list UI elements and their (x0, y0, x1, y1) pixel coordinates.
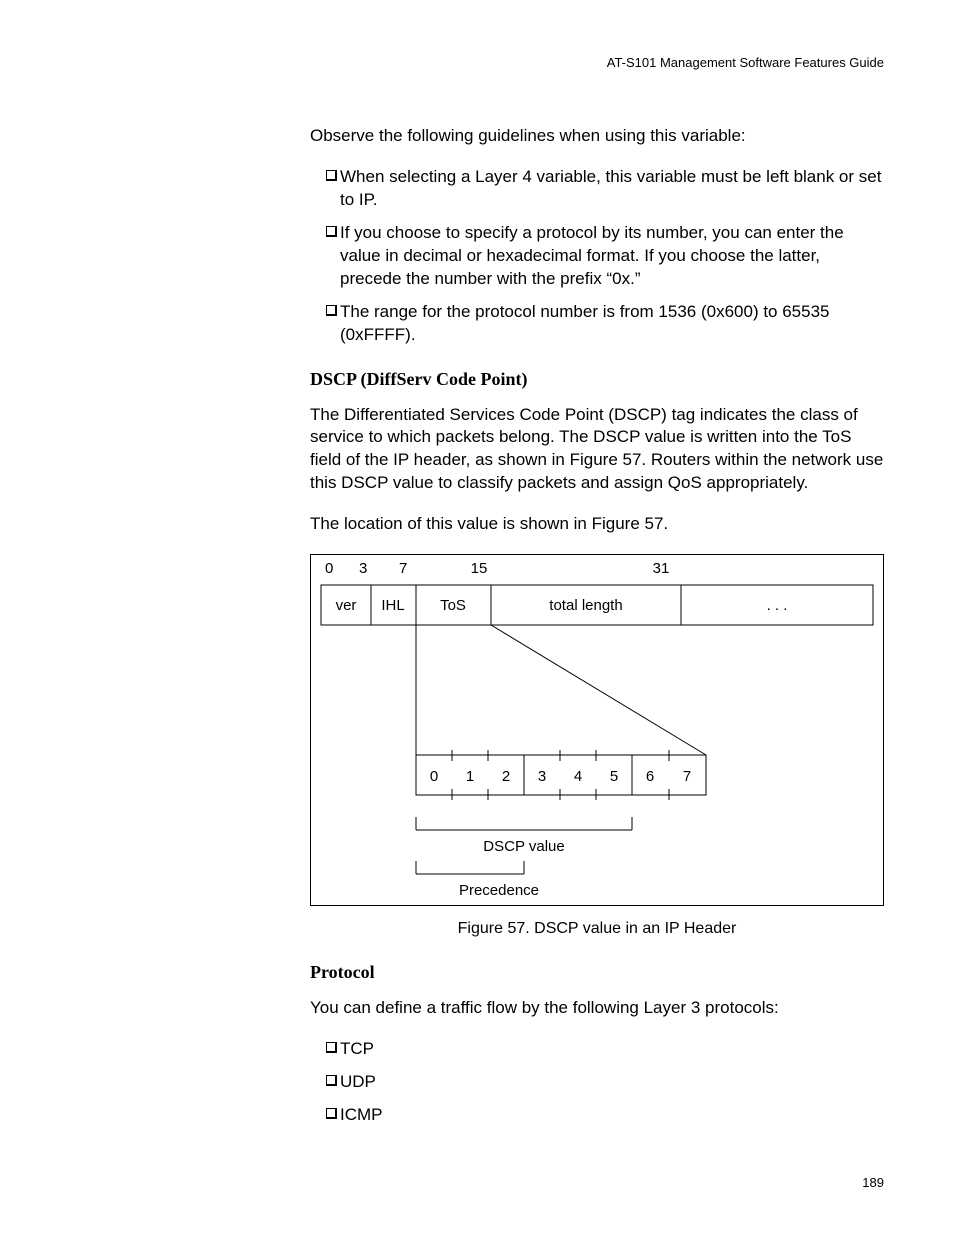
list-item: The range for the protocol number is fro… (310, 301, 884, 347)
top-label-31: 31 (653, 560, 670, 577)
bit-3: 3 (538, 768, 546, 785)
bit-4: 4 (574, 768, 582, 785)
list-item-text: If you choose to specify a protocol by i… (340, 223, 844, 288)
top-label-15: 15 (471, 560, 488, 577)
page-number: 189 (862, 1175, 884, 1190)
bit-1: 1 (466, 768, 474, 785)
field-ihl: IHL (381, 597, 404, 614)
field-dots: . . . (767, 597, 788, 614)
field-tos: ToS (440, 597, 466, 614)
top-label-3: 3 (359, 560, 367, 577)
bullet-icon (326, 170, 336, 180)
bullet-icon (326, 1108, 336, 1118)
list-item-text: UDP (340, 1072, 376, 1091)
dscp-value-label: DSCP value (483, 838, 564, 855)
top-label-7: 7 (399, 560, 407, 577)
protocol-heading: Protocol (310, 962, 884, 983)
protocol-intro: You can define a traffic flow by the fol… (310, 997, 884, 1020)
figure-ip-header: 0 3 7 15 31 ver IHL ToS total length . .… (310, 554, 884, 906)
list-item-text: When selecting a Layer 4 variable, this … (340, 167, 881, 209)
bullet-icon (326, 1075, 336, 1085)
dscp-para-2: The location of this value is shown in F… (310, 513, 884, 536)
bullet-icon (326, 1042, 336, 1052)
list-item: ICMP (310, 1104, 884, 1127)
field-total-length: total length (549, 597, 622, 614)
bullet-icon (326, 226, 336, 236)
precedence-label: Precedence (459, 882, 539, 899)
dscp-heading: DSCP (DiffServ Code Point) (310, 369, 884, 390)
guidelines-list: When selecting a Layer 4 variable, this … (310, 166, 884, 347)
field-ver: ver (336, 597, 357, 614)
top-label-0: 0 (325, 560, 333, 577)
list-item: UDP (310, 1071, 884, 1094)
figure-svg: 0 3 7 15 31 ver IHL ToS total length . .… (311, 555, 883, 905)
figure-caption: Figure 57. DSCP value in an IP Header (310, 920, 884, 938)
bullet-icon (326, 305, 336, 315)
page-header: AT-S101 Management Software Features Gui… (310, 55, 884, 70)
list-item-text: ICMP (340, 1105, 383, 1124)
bit-2: 2 (502, 768, 510, 785)
list-item-text: The range for the protocol number is fro… (340, 302, 830, 344)
intro-text: Observe the following guidelines when us… (310, 125, 884, 148)
list-item: When selecting a Layer 4 variable, this … (310, 166, 884, 212)
bit-7: 7 (683, 768, 691, 785)
dscp-para-1: The Differentiated Services Code Point (… (310, 404, 884, 496)
list-item-text: TCP (340, 1039, 374, 1058)
bit-0: 0 (430, 768, 438, 785)
bit-5: 5 (610, 768, 618, 785)
list-item: If you choose to specify a protocol by i… (310, 222, 884, 291)
protocol-list: TCP UDP ICMP (310, 1038, 884, 1127)
list-item: TCP (310, 1038, 884, 1061)
bit-6: 6 (646, 768, 654, 785)
